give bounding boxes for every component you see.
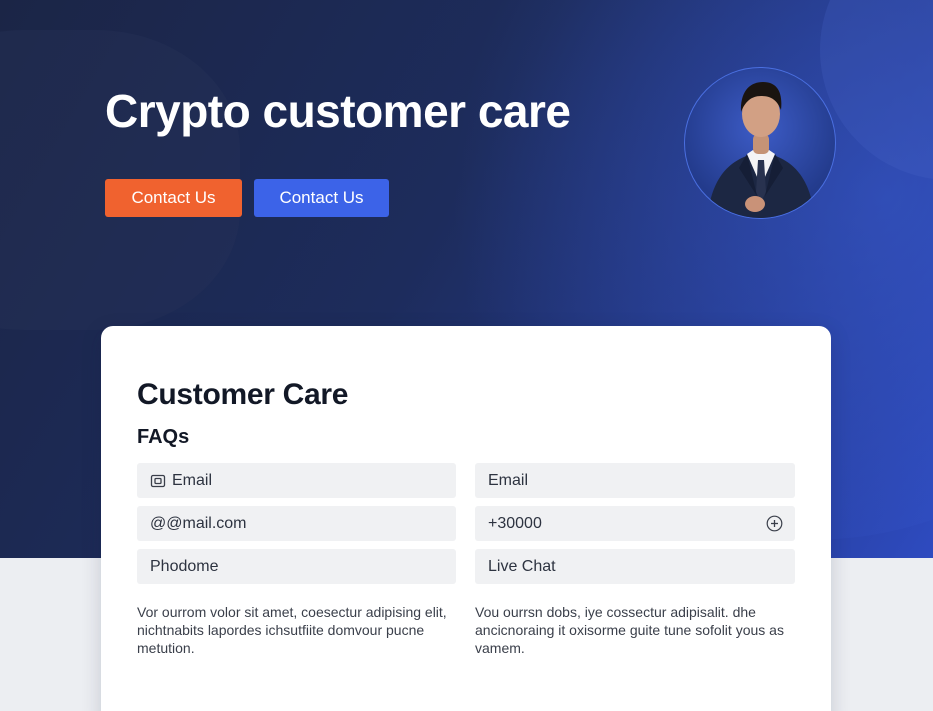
email-address-field[interactable]: @@mail.com: [137, 506, 456, 541]
email-address-text: @@mail.com: [150, 514, 247, 532]
customer-care-card: Customer Care FAQs Email @@mail.com Phod…: [101, 326, 831, 711]
avatar: [684, 67, 836, 219]
email-field-secondary-text: Email: [488, 471, 529, 489]
faq-paragraph-right: Vou ourrsn dobs, iye cossectur adipisali…: [475, 604, 784, 656]
email-field[interactable]: Email: [137, 463, 456, 498]
plus-circle-icon[interactable]: [766, 515, 783, 532]
phone-number-text: +30000: [488, 514, 542, 532]
card-title: Customer Care: [137, 378, 349, 411]
email-field-text: Email: [172, 471, 213, 489]
phone-field-text: Phodome: [150, 557, 219, 575]
email-icon: [150, 473, 166, 489]
live-chat-field[interactable]: Live Chat: [475, 549, 795, 584]
contact-us-button-primary[interactable]: Contact Us: [105, 179, 242, 217]
live-chat-text: Live Chat: [488, 557, 556, 575]
hero-title: Crypto customer care: [105, 85, 571, 137]
faqs-heading: FAQs: [137, 426, 190, 448]
phone-number-field[interactable]: +30000: [475, 506, 795, 541]
email-field-secondary[interactable]: Email: [475, 463, 795, 498]
phone-field[interactable]: Phodome: [137, 549, 456, 584]
person-portrait: [707, 82, 815, 218]
contact-us-button-secondary[interactable]: Contact Us: [254, 179, 389, 217]
faq-paragraph-left: Vor ourrom volor sit amet, coesectur adi…: [137, 604, 447, 656]
